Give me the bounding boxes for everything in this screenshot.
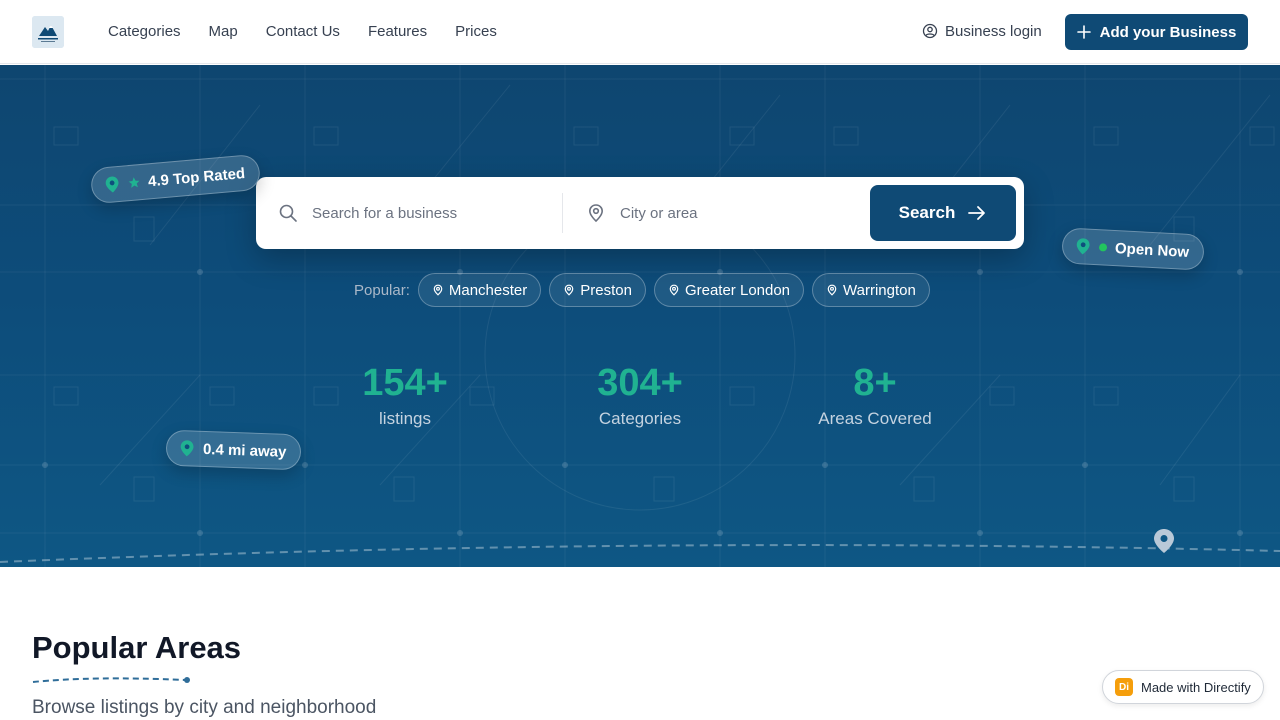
stat-listings: 154+ listings: [345, 361, 465, 431]
city-search-input[interactable]: [620, 204, 850, 222]
add-business-button[interactable]: Add your Business: [1065, 14, 1248, 50]
location-pin-icon: [669, 284, 679, 296]
stat-areas-covered: 8+ Areas Covered: [805, 361, 945, 431]
search-bar: Search: [256, 177, 1024, 249]
section-title: Popular Areas: [32, 630, 242, 665]
user-circle-icon: [922, 23, 938, 39]
search-divider: [562, 193, 563, 233]
distance-badge: 0.4 mi away: [165, 429, 302, 471]
location-pin-icon: [588, 204, 604, 223]
business-search-field[interactable]: [278, 191, 558, 235]
search-button[interactable]: Search: [870, 185, 1016, 241]
hero-map-pattern: [0, 65, 1280, 567]
chip-warrington[interactable]: Warrington: [812, 273, 930, 307]
chip-label: Manchester: [448, 281, 528, 299]
stat-label: Areas Covered: [818, 409, 932, 428]
chip-manchester[interactable]: Manchester: [417, 273, 542, 307]
nav-categories[interactable]: Categories: [108, 23, 181, 40]
section-subtitle: Browse listings by city and neighborhood: [32, 697, 377, 718]
distance-label: 0.4 mi away: [202, 440, 287, 461]
add-business-label: Add your Business: [1099, 23, 1237, 41]
map-pin-icon: [180, 440, 194, 457]
open-now-badge: Open Now: [1061, 227, 1206, 271]
stat-categories: 304+ Categories: [575, 361, 705, 431]
search-button-label: Search: [898, 203, 956, 222]
main-nav: Categories Map Contact Us Features Price…: [108, 0, 497, 62]
nav-map[interactable]: Map: [209, 23, 238, 40]
made-with-directify-badge[interactable]: Di Made with Directify: [1102, 670, 1264, 704]
popular-locations: Popular: Manchester Preston Greater Lond…: [354, 273, 930, 307]
stat-label: listings: [379, 409, 431, 428]
directify-logo-icon: Di: [1115, 678, 1133, 696]
nav-prices[interactable]: Prices: [455, 23, 497, 40]
directify-label: Made with Directify: [1141, 679, 1251, 695]
chip-label: Greater London: [684, 281, 791, 299]
business-login-link[interactable]: Business login: [922, 20, 1042, 42]
map-pin-icon: [105, 176, 119, 193]
title-underline-decoration: [32, 677, 190, 683]
chip-greater-london[interactable]: Greater London: [653, 273, 805, 307]
map-pin-icon: [1076, 238, 1090, 255]
stat-value: 154+: [362, 362, 448, 404]
location-pin-icon: [433, 284, 443, 296]
top-rated-label: 4.9 Top Rated: [147, 164, 246, 190]
chip-label: Warrington: [843, 281, 916, 299]
map-pin-icon: [1154, 529, 1174, 553]
stat-value: 8+: [853, 362, 897, 404]
chip-label: Preston: [580, 281, 632, 299]
site-logo[interactable]: [32, 16, 64, 48]
stat-value: 304+: [597, 362, 683, 404]
top-header: Categories Map Contact Us Features Price…: [0, 0, 1280, 64]
popular-label: Popular:: [354, 281, 410, 299]
nav-contact-us[interactable]: Contact Us: [266, 23, 340, 40]
status-dot-icon: [1099, 243, 1108, 252]
search-icon: [279, 204, 297, 222]
chip-preston[interactable]: Preston: [549, 273, 646, 307]
hero-section: Search Popular: Manchester Preston Great…: [0, 65, 1280, 567]
plus-icon: [1076, 25, 1091, 39]
business-login-label: Business login: [945, 22, 1042, 40]
nav-features[interactable]: Features: [368, 23, 427, 40]
business-search-input[interactable]: [312, 204, 542, 222]
location-pin-icon: [564, 284, 574, 296]
star-icon: [128, 177, 140, 188]
city-search-field[interactable]: [586, 191, 856, 235]
logo-mountain-icon: [32, 16, 64, 48]
arrow-right-icon: [968, 206, 986, 220]
location-pin-icon: [827, 284, 837, 296]
open-now-label: Open Now: [1114, 239, 1190, 261]
stat-label: Categories: [598, 409, 682, 428]
